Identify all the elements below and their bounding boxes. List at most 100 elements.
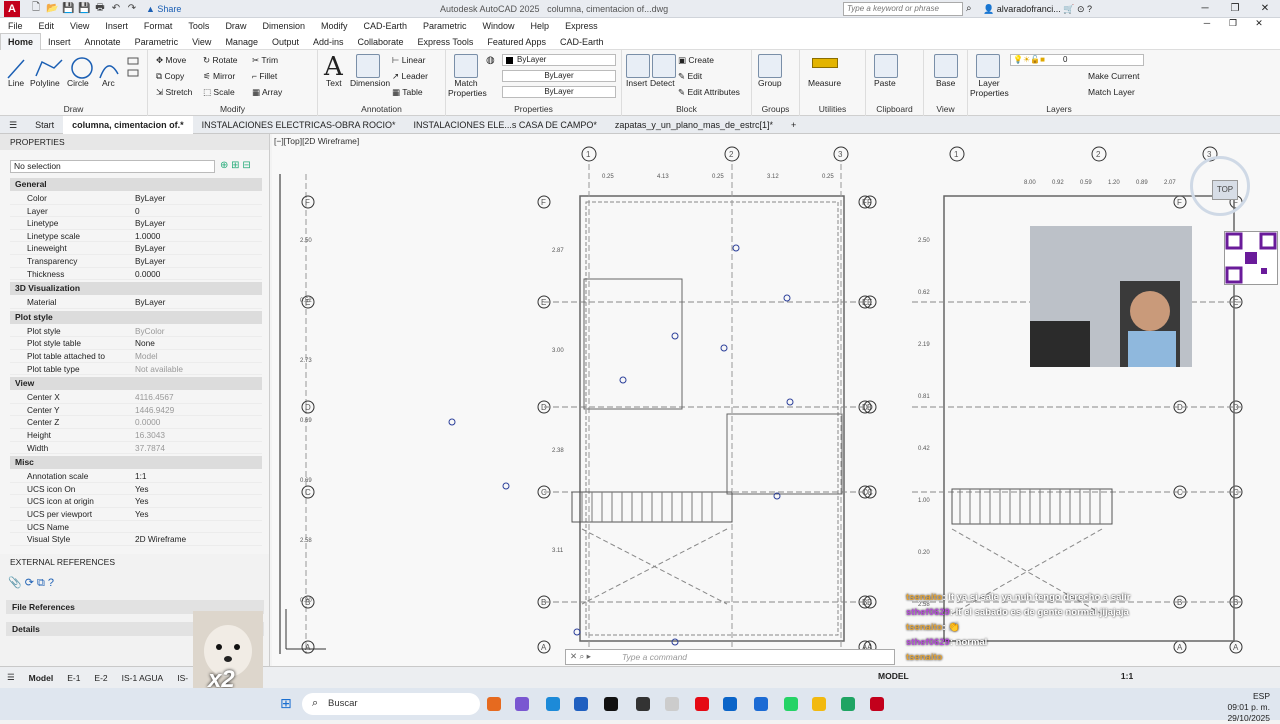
property-value[interactable]: Yes (135, 509, 149, 519)
menu-edit[interactable]: Edit (31, 21, 63, 31)
base-view-icon[interactable] (934, 54, 958, 78)
measure-button[interactable]: Measure (808, 78, 841, 88)
tab-output[interactable]: Output (265, 34, 306, 50)
property-row[interactable]: Lineweight ByLayer (10, 242, 262, 255)
word-icon[interactable] (754, 697, 768, 711)
hamburger-icon[interactable]: ☰ (0, 116, 26, 134)
table-tool[interactable]: ▦ Table (392, 87, 423, 98)
menu-express[interactable]: Express (557, 21, 606, 31)
saveas-icon[interactable]: 💾 (78, 3, 90, 14)
layers-panel-title[interactable]: Layers (968, 104, 1150, 114)
insert-icon[interactable] (626, 54, 650, 78)
arc-tool[interactable]: Arc (102, 78, 115, 88)
group-icon[interactable] (758, 54, 782, 78)
layer-dropdown[interactable]: 💡☀🔓■ 0 (1010, 54, 1144, 66)
property-value[interactable]: 2D Wireframe (135, 534, 186, 544)
create-block-button[interactable]: ▣ Create (678, 55, 714, 66)
app-icon-2[interactable] (665, 697, 679, 711)
layout-tab[interactable]: Model (22, 673, 61, 683)
detect-button[interactable]: Detect (650, 78, 675, 88)
tab-home[interactable]: Home (0, 33, 42, 50)
lineweight-dropdown[interactable]: ByLayer (502, 86, 616, 98)
file-explorer-icon[interactable] (812, 697, 826, 711)
doc-close-icon[interactable]: ✕ (1246, 18, 1272, 29)
property-row[interactable]: Center Y 1446.9429 (10, 404, 262, 417)
outlook-icon[interactable] (723, 697, 737, 711)
linetype-dropdown[interactable]: ByLayer (502, 70, 616, 82)
help-search-input[interactable]: Type a keyword or phrase (843, 2, 963, 16)
menu-parametric[interactable]: Parametric (415, 21, 475, 31)
property-row[interactable]: Center Z 0.0000 (10, 416, 262, 429)
viewcube-top[interactable]: TOP (1212, 180, 1238, 200)
property-value[interactable]: ByLayer (135, 256, 165, 266)
property-value[interactable]: 37.7874 (135, 443, 165, 453)
command-input[interactable]: Type a command (622, 652, 687, 662)
property-value[interactable]: 0.0000 (135, 417, 160, 427)
detect-icon[interactable] (652, 54, 676, 78)
line-tool[interactable]: Line (8, 78, 24, 88)
match-properties-button[interactable]: Match Properties (448, 78, 487, 98)
property-row[interactable]: UCS icon On Yes (10, 483, 262, 496)
property-row[interactable]: Plot style ByColor (10, 325, 262, 338)
layout-menu-icon[interactable]: ☰ (0, 672, 22, 683)
edit-attributes-button[interactable]: ✎ Edit Attributes (678, 87, 740, 98)
property-row[interactable]: Width 37.7874 (10, 442, 262, 455)
doc-tab[interactable]: INSTALACIONES ELECTRICAS-OBRA ROCIO* (193, 116, 405, 134)
layout-tab[interactable]: IS- (170, 673, 195, 683)
firefox-icon[interactable] (487, 697, 501, 711)
tiktok-icon[interactable] (604, 697, 618, 711)
autocad-taskbar-icon[interactable] (870, 697, 884, 711)
leader-tool[interactable]: ↗ Leader (392, 71, 428, 82)
section-header[interactable]: View (10, 377, 262, 391)
property-value[interactable]: ByLayer (135, 297, 165, 307)
whatsapp-icon[interactable] (784, 697, 798, 711)
dimension-icon[interactable] (356, 54, 380, 78)
clipboard-panel-title[interactable]: Clipboard (866, 104, 923, 114)
property-row[interactable]: Thickness 0.0000 (10, 268, 262, 281)
tab-view[interactable]: View (185, 34, 218, 50)
property-value[interactable]: ByLayer (135, 243, 165, 253)
property-row[interactable]: UCS icon at origin Yes (10, 495, 262, 508)
polyline-tool[interactable]: Polyline (30, 78, 60, 88)
insert-button[interactable]: Insert (626, 78, 647, 88)
property-value[interactable]: Not available (135, 364, 183, 374)
section-header[interactable]: Plot style (10, 310, 262, 324)
property-row[interactable]: Plot table type Not available (10, 363, 262, 376)
linear-tool[interactable]: ⊢ Linear (392, 55, 425, 66)
annotation-panel-title[interactable]: Annotation (318, 104, 445, 114)
array-tool[interactable]: ▦ Array (252, 87, 282, 98)
text-tool[interactable]: Text (326, 78, 342, 88)
xref-toolbar-icons[interactable]: 📎 ⟳ ⧉ ? (8, 576, 54, 590)
circle-tool[interactable]: Circle (67, 78, 89, 88)
command-line[interactable]: ✕ ⌕ ▸ Type a command (565, 649, 895, 665)
property-value[interactable]: Model (135, 351, 158, 361)
redo-icon[interactable]: ↷ (126, 3, 138, 14)
property-row[interactable]: Plot style table None (10, 337, 262, 350)
paste-button[interactable]: Paste (874, 78, 896, 88)
menu-modify[interactable]: Modify (313, 21, 356, 31)
measure-icon[interactable] (812, 58, 838, 68)
windows-start-icon[interactable]: ⊞ (280, 695, 292, 712)
property-row[interactable]: Linetype ByLayer (10, 217, 262, 230)
share-button[interactable]: ▲ Share (146, 4, 181, 14)
teams-icon[interactable] (515, 697, 529, 711)
properties-panel-title[interactable]: Properties (446, 104, 621, 114)
clock-date[interactable]: 29/10/2025 (1140, 713, 1270, 724)
chrome-icon[interactable] (841, 697, 855, 711)
section-header[interactable]: General (10, 178, 262, 191)
utilities-panel-title[interactable]: Utilities (800, 104, 865, 114)
paste-icon[interactable] (874, 54, 898, 78)
menu-help[interactable]: Help (523, 21, 558, 31)
property-row[interactable]: Layer 0 (10, 205, 262, 218)
menu-file[interactable]: File (0, 21, 31, 31)
property-value[interactable]: 0 (135, 206, 140, 216)
property-row[interactable]: UCS Name (10, 521, 262, 534)
mirror-tool[interactable]: ⚟ Mirror (203, 71, 235, 82)
clock-time[interactable]: 09:01 p. m. (1140, 702, 1270, 713)
section-header[interactable]: Misc (10, 456, 262, 470)
open-icon[interactable]: 📂 (46, 3, 58, 14)
close-icon[interactable]: ✕ (1250, 0, 1280, 18)
property-row[interactable]: UCS per viewport Yes (10, 508, 262, 521)
command-icons[interactable]: ✕ ⌕ ▸ (570, 651, 591, 662)
tab-manage[interactable]: Manage (218, 34, 265, 50)
